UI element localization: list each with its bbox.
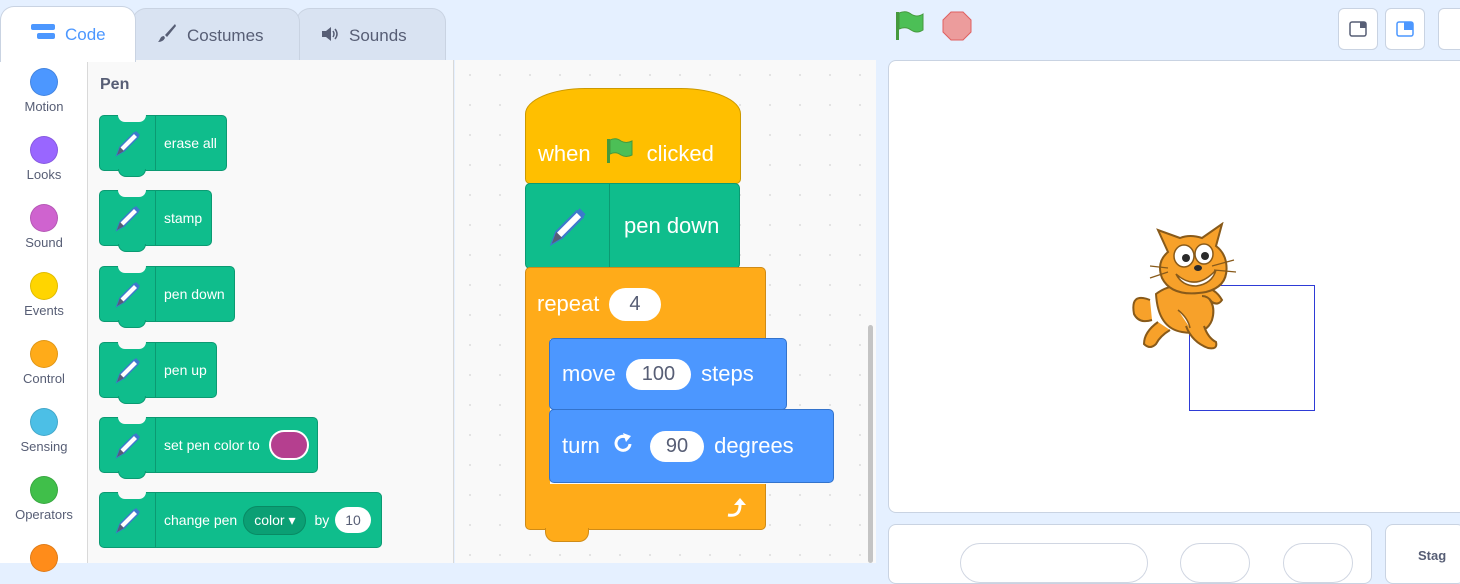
tab-code[interactable]: Code <box>0 6 136 62</box>
turn-degrees-input[interactable]: 90 <box>649 430 705 462</box>
events-dot-icon <box>30 272 58 300</box>
looks-dot-icon <box>30 136 58 164</box>
pen-icon <box>100 418 156 472</box>
category-events[interactable]: Events <box>0 272 88 318</box>
fullscreen-button[interactable] <box>1438 8 1460 50</box>
block-erase-all[interactable]: erase all <box>99 115 227 177</box>
category-label: Control <box>23 371 65 386</box>
block-label: degrees <box>714 433 794 458</box>
operators-dot-icon <box>30 476 58 504</box>
normal-stage-icon <box>1396 21 1414 37</box>
block-label: repeat <box>537 291 600 316</box>
block-label: erase all <box>164 135 217 151</box>
category-control[interactable]: Control <box>0 340 88 386</box>
green-flag-icon <box>605 138 633 170</box>
category-variables[interactable] <box>0 544 88 575</box>
sprite-name-field[interactable] <box>960 543 1148 583</box>
tab-sounds-label: Sounds <box>349 25 407 45</box>
category-sensing[interactable]: Sensing <box>0 408 88 454</box>
block-move-steps[interactable]: move 100 steps <box>549 338 787 410</box>
repeat-header: repeat 4 <box>537 285 671 323</box>
small-stage-icon <box>1349 21 1367 37</box>
control-dot-icon <box>30 340 58 368</box>
block-label: steps <box>701 361 754 386</box>
category-label: Sensing <box>20 439 68 454</box>
pen-param-dropdown[interactable]: color ▾ <box>243 505 307 535</box>
category-label: Motion <box>24 99 64 114</box>
block-pen-down[interactable]: pen down <box>99 266 235 328</box>
green-flag-button[interactable] <box>893 10 925 47</box>
loop-arrow-icon <box>724 497 748 524</box>
category-label: Looks <box>26 167 62 182</box>
motion-dot-icon <box>30 68 58 96</box>
block-pen-down-script[interactable]: pen down <box>525 183 740 269</box>
move-steps-input[interactable]: 100 <box>625 358 692 390</box>
block-label: turn <box>562 433 600 458</box>
block-change-pen[interactable]: change pen color ▾ by 10 <box>99 492 382 548</box>
pen-icon <box>100 343 156 397</box>
category-menu: Motion Looks Sound Events Control Sensin… <box>0 60 88 572</box>
tab-costumes[interactable]: Costumes <box>132 8 300 62</box>
pen-icon <box>100 493 156 547</box>
block-set-pen-color[interactable]: set pen color to <box>99 417 318 479</box>
repeat-count-input[interactable]: 4 <box>609 287 661 321</box>
category-label: Operators <box>15 507 73 522</box>
block-pen-up[interactable]: pen up <box>99 342 217 404</box>
speaker-icon <box>321 26 339 46</box>
sprite-x-field[interactable] <box>1180 543 1250 583</box>
block-label: by <box>314 512 330 528</box>
category-looks[interactable]: Looks <box>0 136 88 182</box>
editor-tabs: Sounds Costumes Code <box>0 0 460 62</box>
block-turn-degrees[interactable]: turn 90 degrees <box>549 409 834 483</box>
block-label: stamp <box>164 210 203 226</box>
pen-icon <box>100 116 156 170</box>
block-when-flag-clicked[interactable]: when clicked <box>525 88 741 184</box>
tab-code-label: Code <box>65 24 106 44</box>
category-sound[interactable]: Sound <box>0 204 88 250</box>
repeat-arm <box>525 337 550 487</box>
small-stage-button[interactable] <box>1338 8 1378 50</box>
block-label: change pen <box>164 512 238 528</box>
palette-title: Pen <box>100 76 130 93</box>
block-label: set pen color to <box>164 437 260 453</box>
variables-dot-icon <box>30 544 58 572</box>
script-scrollbar[interactable] <box>868 325 873 563</box>
block-stamp[interactable]: stamp <box>99 190 213 252</box>
category-label: Events <box>24 303 64 318</box>
tab-sounds[interactable]: Sounds <box>296 8 446 62</box>
sprite-y-field[interactable] <box>1283 543 1353 583</box>
sensing-dot-icon <box>30 408 58 436</box>
sound-dot-icon <box>30 204 58 232</box>
block-label: pen down <box>624 213 720 238</box>
pen-icon <box>100 267 156 321</box>
rotate-right-icon <box>612 432 634 460</box>
category-operators[interactable]: Operators <box>0 476 88 522</box>
stage-label: Stag <box>1418 548 1447 563</box>
block-label: pen down <box>164 286 225 302</box>
pen-color-swatch[interactable] <box>268 430 309 460</box>
block-label: pen up <box>164 362 207 378</box>
category-label: Sound <box>25 235 63 250</box>
block-label: clicked <box>646 141 714 166</box>
stop-button[interactable] <box>942 11 972 41</box>
pen-icon <box>526 184 610 268</box>
block-label: when <box>538 141 591 166</box>
tab-costumes-label: Costumes <box>187 25 264 45</box>
pen-icon <box>100 191 156 245</box>
normal-stage-button[interactable] <box>1385 8 1425 50</box>
cat-sprite[interactable] <box>1128 221 1253 359</box>
block-label: move <box>562 361 616 386</box>
change-pen-value-input[interactable]: 10 <box>335 507 371 533</box>
caret-down-icon: ▾ <box>288 511 296 528</box>
repeat-tab <box>545 528 589 542</box>
dropdown-value: color <box>254 511 285 528</box>
block-palette: Pen erase all stamp pen down pen up set … <box>88 60 454 563</box>
category-motion[interactable]: Motion <box>0 68 88 114</box>
code-icon <box>31 24 55 45</box>
brush-icon <box>157 23 177 48</box>
